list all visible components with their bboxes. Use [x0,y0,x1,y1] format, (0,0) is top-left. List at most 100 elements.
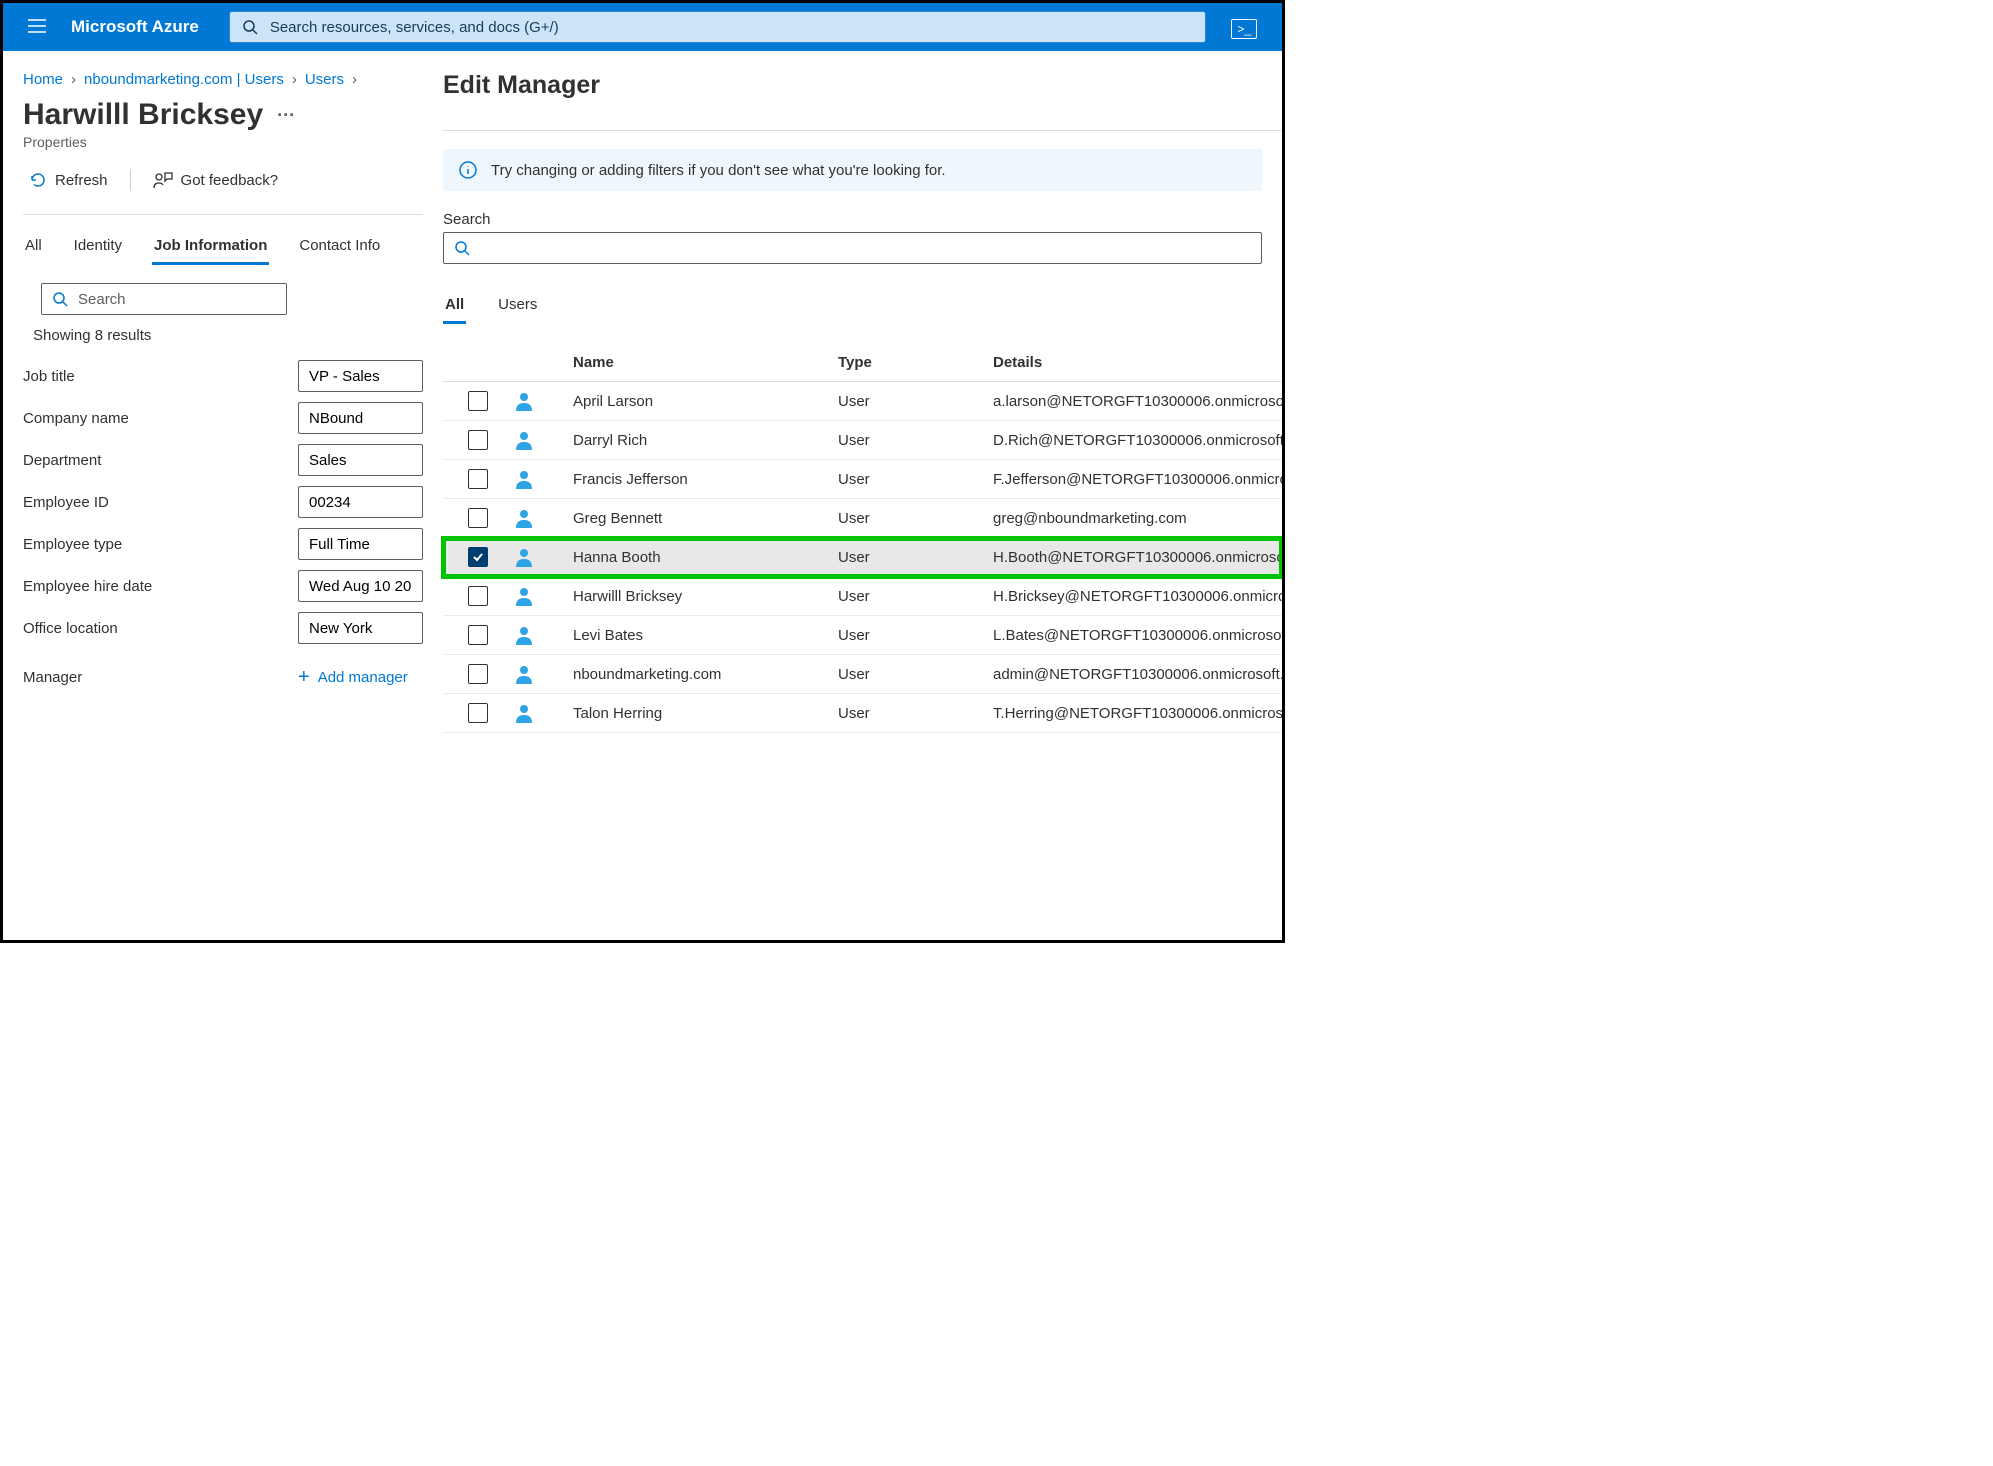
global-search-placeholder: Search resources, services, and docs (G+… [270,19,559,36]
row-type: User [838,510,993,527]
row-details: F.Jefferson@NETORGFT10300006.onmicrosoft… [993,471,1282,488]
row-details: greg@nboundmarketing.com [993,510,1282,527]
row-details: D.Rich@NETORGFT10300006.onmicrosoft.com [993,432,1282,449]
refresh-button[interactable]: Refresh [23,167,114,193]
check-icon [472,551,484,563]
row-type: User [838,393,993,410]
search-icon [52,291,68,307]
row-name: Hanna Booth [573,549,838,566]
tab-job-information[interactable]: Job Information [152,229,269,265]
divider [443,130,1282,131]
row-name: Harwilll Bricksey [573,588,838,605]
hamburger-icon[interactable] [13,16,61,39]
chevron-right-icon: › [352,71,357,88]
column-details[interactable]: Details [993,354,1282,371]
property-row: Office location [23,612,423,644]
properties-search-input[interactable]: Search [41,283,287,315]
chevron-right-icon: › [71,71,76,88]
property-row: Department [23,444,423,476]
column-type[interactable]: Type [838,354,993,371]
table-row[interactable]: April Larson User a.larson@NETORGFT10300… [443,382,1282,421]
row-type: User [838,588,993,605]
row-name: Greg Bennett [573,510,838,527]
user-icon [513,468,573,490]
table-row[interactable]: Hanna Booth User H.Booth@NETORGFT1030000… [443,538,1282,577]
row-checkbox[interactable] [468,547,488,567]
property-input[interactable] [298,612,423,644]
tab-contact-info[interactable]: Contact Info [297,229,382,265]
property-row: Employee type [23,528,423,560]
breadcrumb-home[interactable]: Home [23,71,63,88]
table-row[interactable]: nboundmarketing.com User admin@NETORGFT1… [443,655,1282,694]
row-details: a.larson@NETORGFT10300006.onmicrosoft.co… [993,393,1282,410]
add-manager-button[interactable]: +Add manager [298,666,408,689]
row-checkbox[interactable] [468,508,488,528]
results-count: Showing 8 results [33,327,423,344]
column-name[interactable]: Name [573,354,838,371]
property-input[interactable] [298,570,423,602]
more-icon[interactable]: ··· [277,105,295,126]
user-icon [513,702,573,724]
property-row: Employee hire date [23,570,423,602]
row-details: admin@NETORGFT10300006.onmicrosoft.com [993,666,1282,683]
row-details: L.Bates@NETORGFT10300006.onmicrosoft.com [993,627,1282,644]
row-name: nboundmarketing.com [573,666,838,683]
table-row[interactable]: Levi Bates User L.Bates@NETORGFT10300006… [443,616,1282,655]
table-row[interactable]: Darryl Rich User D.Rich@NETORGFT10300006… [443,421,1282,460]
user-icon [513,585,573,607]
search-icon [454,240,470,256]
row-checkbox[interactable] [468,625,488,645]
user-icon [513,390,573,412]
panel-title: Edit Manager [443,71,1282,100]
row-type: User [838,432,993,449]
top-bar: Microsoft Azure Search resources, servic… [3,3,1282,51]
row-name: Darryl Rich [573,432,838,449]
user-icon [513,546,573,568]
table-row[interactable]: Greg Bennett User greg@nboundmarketing.c… [443,499,1282,538]
property-input[interactable] [298,402,423,434]
brand-label: Microsoft Azure [61,17,219,37]
divider [130,169,131,191]
panel-search-label: Search [443,211,1282,228]
page-title: Harwilll Bricksey [23,98,263,132]
row-type: User [838,549,993,566]
row-type: User [838,666,993,683]
breadcrumb-org[interactable]: nboundmarketing.com | Users [84,71,284,88]
feedback-button[interactable]: Got feedback? [147,166,285,194]
panel-search-input[interactable] [443,232,1262,264]
user-icon [513,624,573,646]
row-checkbox[interactable] [468,469,488,489]
row-type: User [838,627,993,644]
table-row[interactable]: Francis Jefferson User F.Jefferson@NETOR… [443,460,1282,499]
property-label: Employee ID [23,494,298,511]
row-checkbox[interactable] [468,664,488,684]
property-input[interactable] [298,486,423,518]
cloud-shell-button[interactable]: >_ [1216,17,1272,38]
breadcrumb-users[interactable]: Users [305,71,344,88]
panel-tab-all[interactable]: All [443,292,466,324]
row-checkbox[interactable] [468,703,488,723]
breadcrumb: Home › nboundmarketing.com | Users › Use… [23,67,423,98]
property-label: Employee hire date [23,578,298,595]
info-icon [459,161,477,179]
row-checkbox[interactable] [468,391,488,411]
property-input[interactable] [298,360,423,392]
user-icon [513,663,573,685]
table-row[interactable]: Talon Herring User T.Herring@NETORGFT103… [443,694,1282,733]
tab-identity[interactable]: Identity [72,229,124,265]
property-input[interactable] [298,528,423,560]
property-input[interactable] [298,444,423,476]
row-name: Levi Bates [573,627,838,644]
row-checkbox[interactable] [468,430,488,450]
tab-all[interactable]: All [23,229,44,265]
chevron-right-icon: › [292,71,297,88]
table-row[interactable]: Harwilll Bricksey User H.Bricksey@NETORG… [443,577,1282,616]
panel-tab-users[interactable]: Users [496,292,539,324]
global-search-input[interactable]: Search resources, services, and docs (G+… [229,11,1206,43]
page-subtitle: Properties [23,134,423,150]
user-icon [513,507,573,529]
property-row: Job title [23,360,423,392]
info-bar: Try changing or adding filters if you do… [443,149,1262,191]
row-checkbox[interactable] [468,586,488,606]
manager-label: Manager [23,669,298,686]
